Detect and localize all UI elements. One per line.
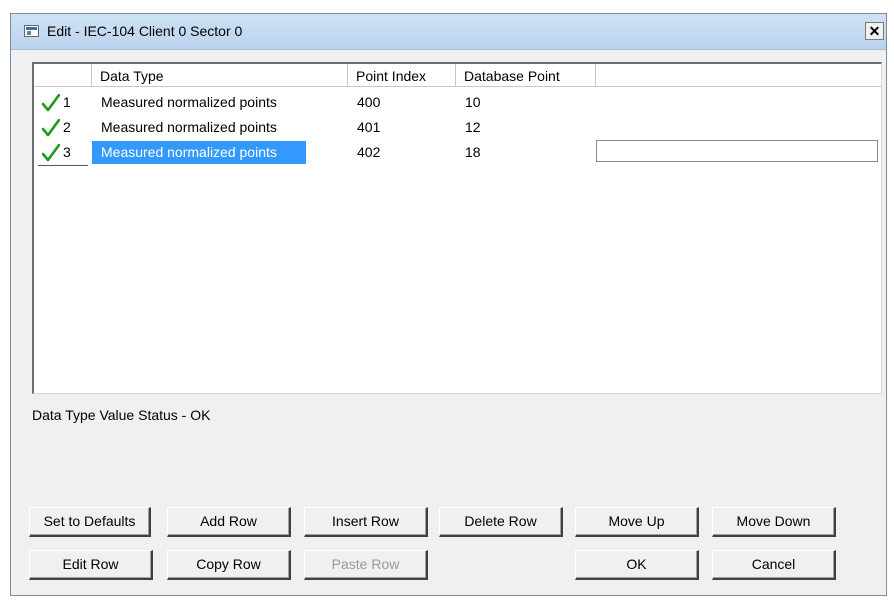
cell-point-index[interactable]: 400	[348, 90, 380, 115]
row-header[interactable]: 1	[38, 90, 88, 115]
edit-dialog: Edit - IEC-104 Client 0 Sector 0 ✕ Data …	[10, 13, 887, 596]
delete-row-button[interactable]: Delete Row	[439, 507, 563, 537]
cancel-button[interactable]: Cancel	[712, 550, 836, 580]
table-row[interactable]: 2 Measured normalized points 401 12	[34, 115, 881, 140]
close-button[interactable]: ✕	[865, 22, 884, 40]
grid-header: Data Type Point Index Database Point	[34, 64, 882, 88]
cell-data-type-selected[interactable]: Measured normalized points	[92, 141, 306, 164]
column-header-empty	[596, 64, 882, 87]
add-row-button[interactable]: Add Row	[167, 507, 291, 537]
window-icon	[24, 25, 39, 37]
ok-button[interactable]: OK	[575, 550, 699, 580]
cell-database-point[interactable]: 10	[456, 90, 481, 115]
check-icon	[42, 94, 60, 112]
row-number: 1	[63, 94, 71, 110]
row-number: 2	[63, 119, 71, 135]
edit-row-button[interactable]: Edit Row	[29, 550, 153, 580]
copy-row-button[interactable]: Copy Row	[167, 550, 291, 580]
window-title: Edit - IEC-104 Client 0 Sector 0	[47, 23, 243, 39]
check-icon	[42, 119, 60, 137]
cell-database-point[interactable]: 12	[456, 115, 481, 140]
row-header-corner	[34, 64, 92, 87]
cell-point-index[interactable]: 402	[348, 140, 380, 165]
row-header[interactable]: 3	[38, 140, 88, 166]
row-number: 3	[63, 144, 71, 160]
row-header[interactable]: 2	[38, 115, 88, 140]
cell-data-type[interactable]: Measured normalized points	[92, 115, 277, 140]
cell-point-index[interactable]: 401	[348, 115, 380, 140]
column-header-data-type[interactable]: Data Type	[92, 64, 348, 87]
data-grid[interactable]: Data Type Point Index Database Point 1 M…	[32, 62, 882, 394]
table-row-selected[interactable]: 3 Measured normalized points 402 18	[34, 140, 881, 166]
cell-database-point[interactable]: 18	[456, 140, 481, 165]
set-to-defaults-button[interactable]: Set to Defaults	[29, 507, 151, 537]
paste-row-button: Paste Row	[304, 550, 428, 580]
check-icon	[42, 144, 60, 162]
cell-data-type[interactable]: Measured normalized points	[92, 90, 277, 115]
table-row[interactable]: 1 Measured normalized points 400 10	[34, 90, 881, 115]
title-bar[interactable]: Edit - IEC-104 Client 0 Sector 0 ✕	[11, 14, 886, 50]
insert-row-button[interactable]: Insert Row	[304, 507, 428, 537]
column-header-point-index[interactable]: Point Index	[348, 64, 456, 87]
move-up-button[interactable]: Move Up	[575, 507, 699, 537]
cell-edit-field[interactable]	[596, 140, 878, 162]
move-down-button[interactable]: Move Down	[712, 507, 836, 537]
column-header-database-point[interactable]: Database Point	[456, 64, 596, 87]
status-text: Data Type Value Status - OK	[32, 407, 211, 423]
